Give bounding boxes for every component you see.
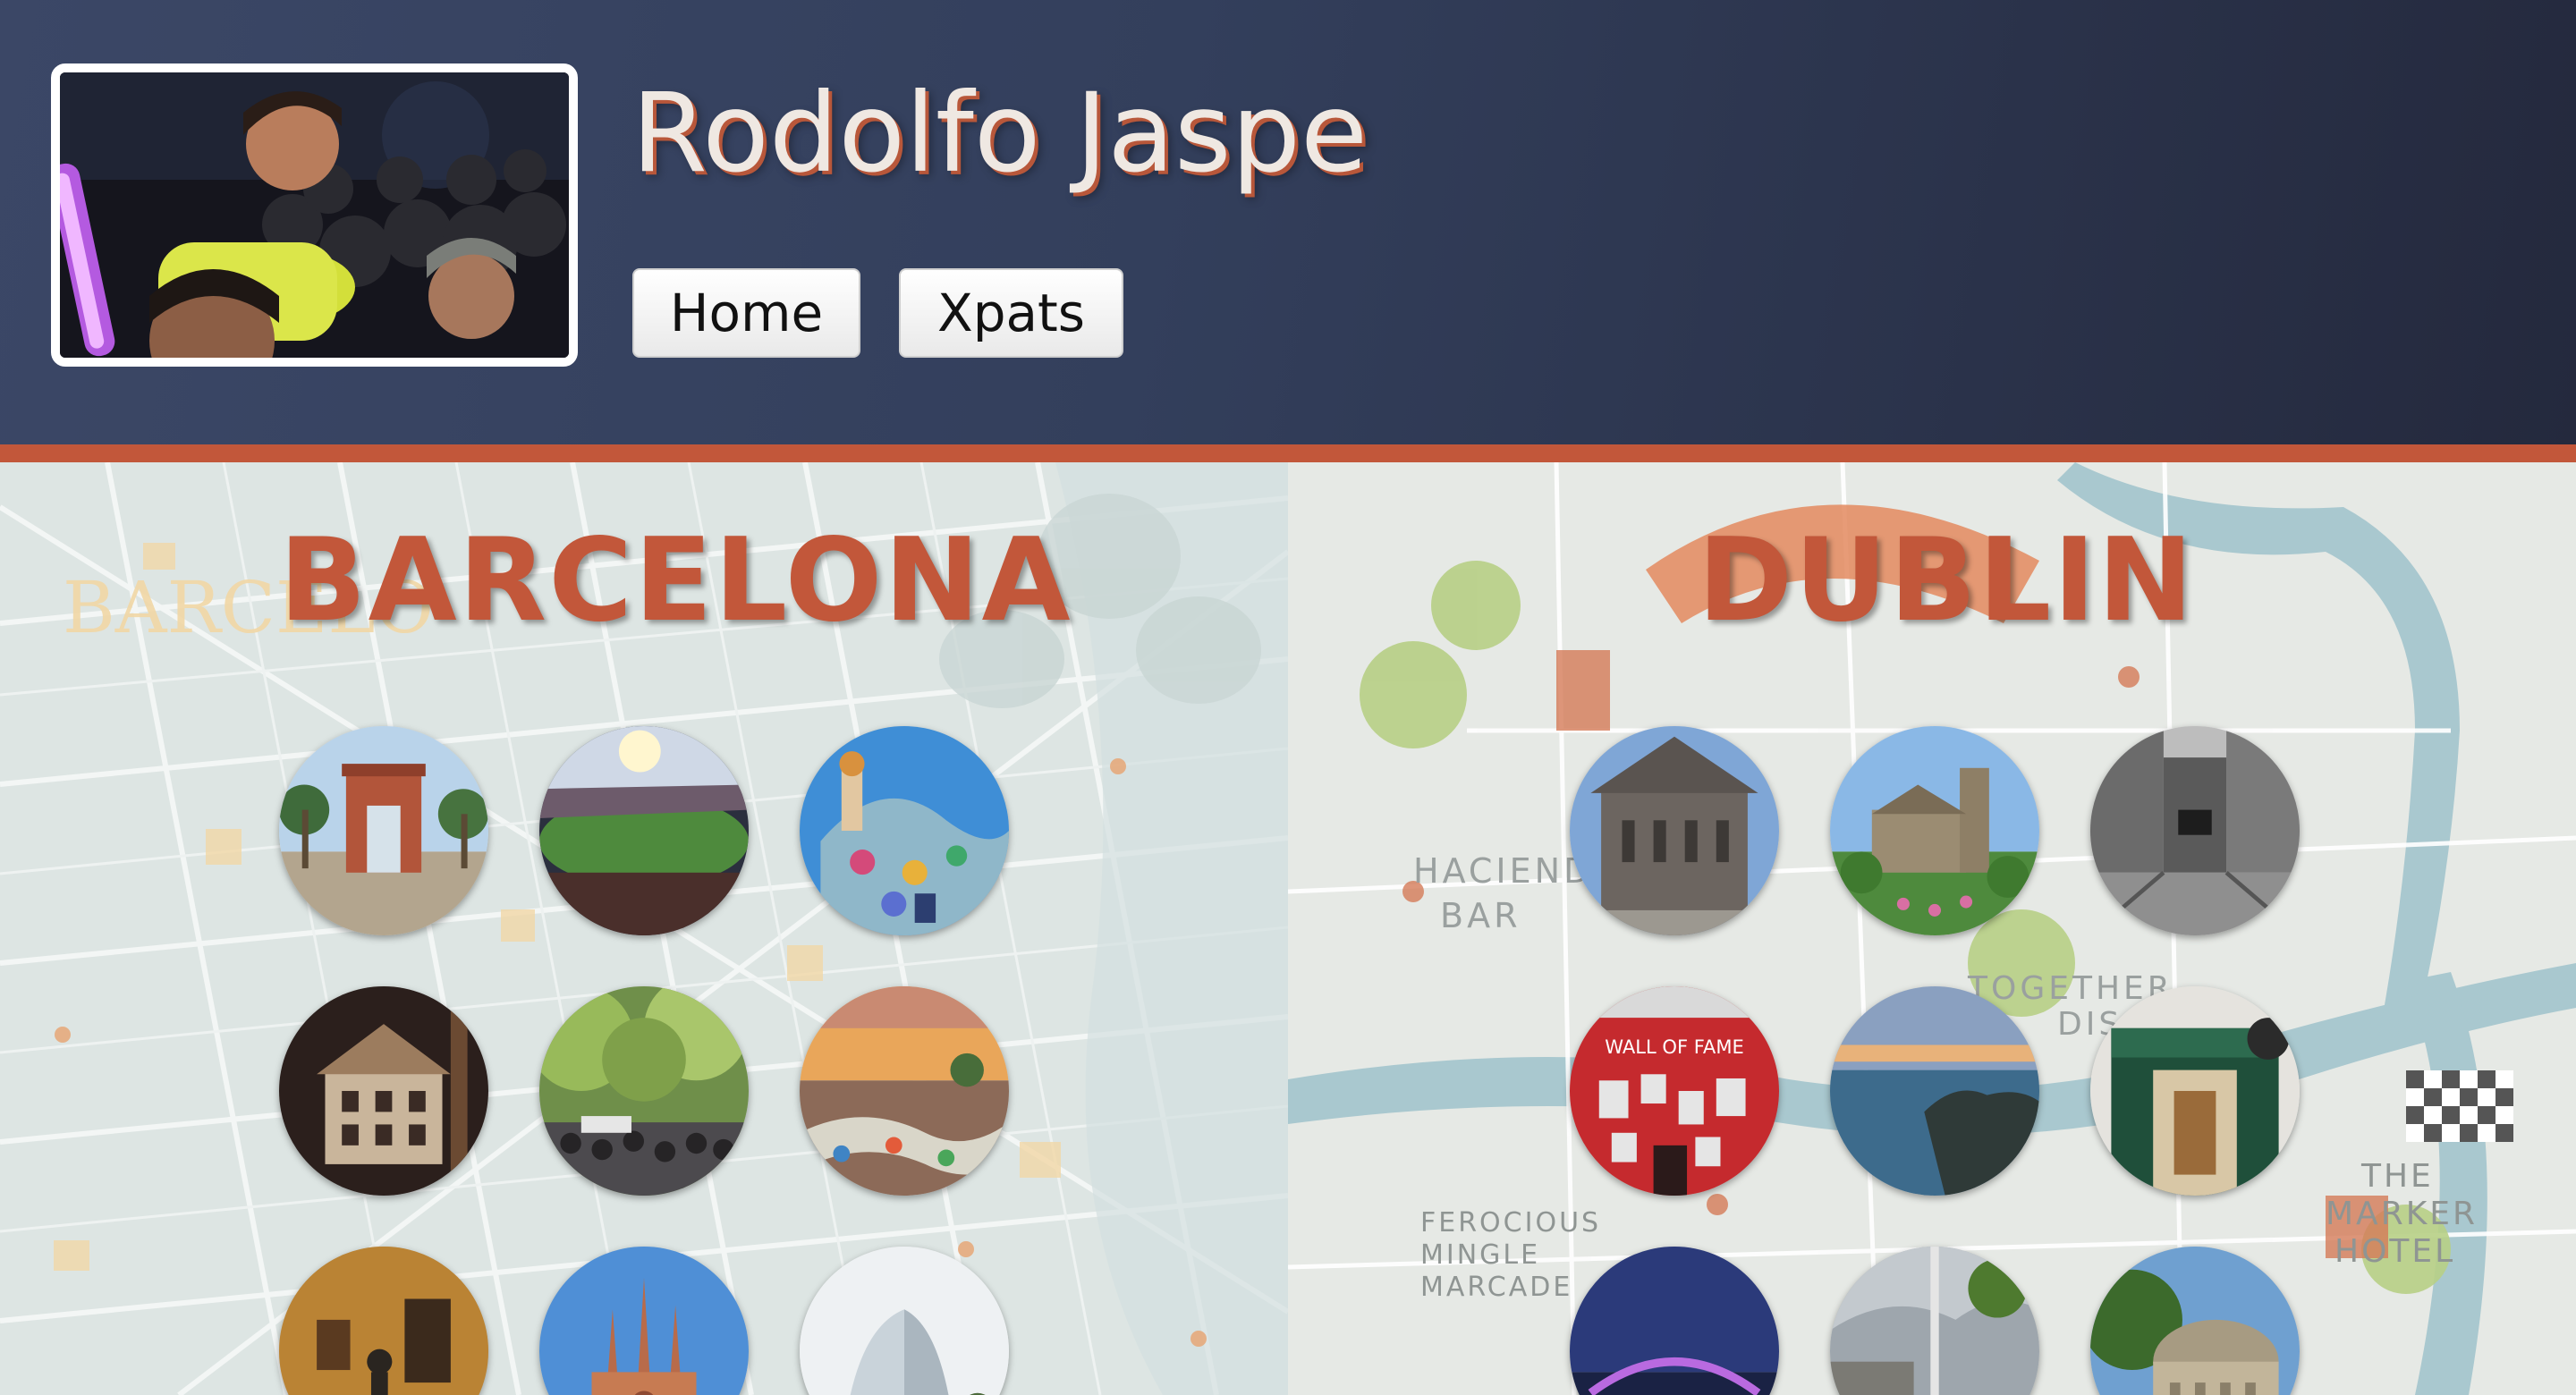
model-building-photo-icon — [279, 986, 488, 1196]
header-divider — [0, 444, 2576, 462]
dublin-photo-3[interactable] — [2090, 726, 2300, 935]
barcelona-photo-5[interactable] — [539, 986, 749, 1196]
svg-text:HOTEL: HOTEL — [2334, 1233, 2455, 1270]
dublin-photo-1[interactable] — [1570, 726, 1779, 935]
sea-cliffs-photo-icon — [1830, 986, 2039, 1196]
barcelona-photo-4[interactable] — [279, 986, 488, 1196]
page-header: Rodolfo Jaspe Home Xpats — [0, 0, 2576, 444]
dublin-photo-6[interactable] — [2090, 986, 2300, 1196]
city-title-barcelona: BARCELONA — [279, 514, 1072, 647]
casa-batllo-photo-icon — [800, 726, 1009, 935]
dublin-photo-4[interactable]: WALL OF FAME — [1570, 986, 1779, 1196]
stadium-photo-icon — [539, 726, 749, 935]
svg-text:BAR: BAR — [1440, 896, 1521, 935]
dublin-photo-5[interactable] — [1830, 986, 2039, 1196]
city-title-dublin: DUBLIN — [1698, 514, 2196, 647]
barcelona-photo-2[interactable] — [539, 726, 749, 935]
nav-xpats-button[interactable]: Xpats — [899, 268, 1123, 358]
arc-de-triomf-photo-icon — [279, 726, 488, 935]
svg-text:MARCADE: MARCADE — [1420, 1272, 1572, 1303]
svg-text:THE: THE — [2360, 1158, 2434, 1195]
distillery-photo-icon — [2090, 986, 2300, 1196]
svg-text:MARKER: MARKER — [2326, 1196, 2478, 1232]
barcelona-photo-1[interactable] — [279, 726, 488, 935]
nav-home-button[interactable]: Home — [632, 268, 860, 358]
svg-text:WALL OF FAME: WALL OF FAME — [1605, 1036, 1744, 1058]
tree-lined-street-photo-icon — [539, 986, 749, 1196]
svg-text:FEROCIOUS: FEROCIOUS — [1420, 1207, 1601, 1239]
church-garden-photo-icon — [1830, 726, 2039, 935]
cathedral-photo-icon — [1570, 726, 1779, 935]
cities-section: BARCELO HACIENDA BAR TOGETHER FEROCIOUS … — [0, 462, 2576, 1395]
svg-text:MINGLE: MINGLE — [1420, 1239, 1540, 1271]
barcelona-photo-6[interactable] — [800, 986, 1009, 1196]
wall-of-fame-photo-icon: WALL OF FAME — [1570, 986, 1779, 1196]
avatar — [51, 63, 578, 367]
dublin-photo-2[interactable] — [1830, 726, 2039, 935]
barcelona-photo-3[interactable] — [800, 726, 1009, 935]
stone-street-photo-icon — [2090, 726, 2300, 935]
park-guell-photo-icon — [800, 986, 1009, 1196]
page-title: Rodolfo Jaspe — [631, 70, 1368, 197]
avatar-photo-icon — [60, 72, 569, 358]
